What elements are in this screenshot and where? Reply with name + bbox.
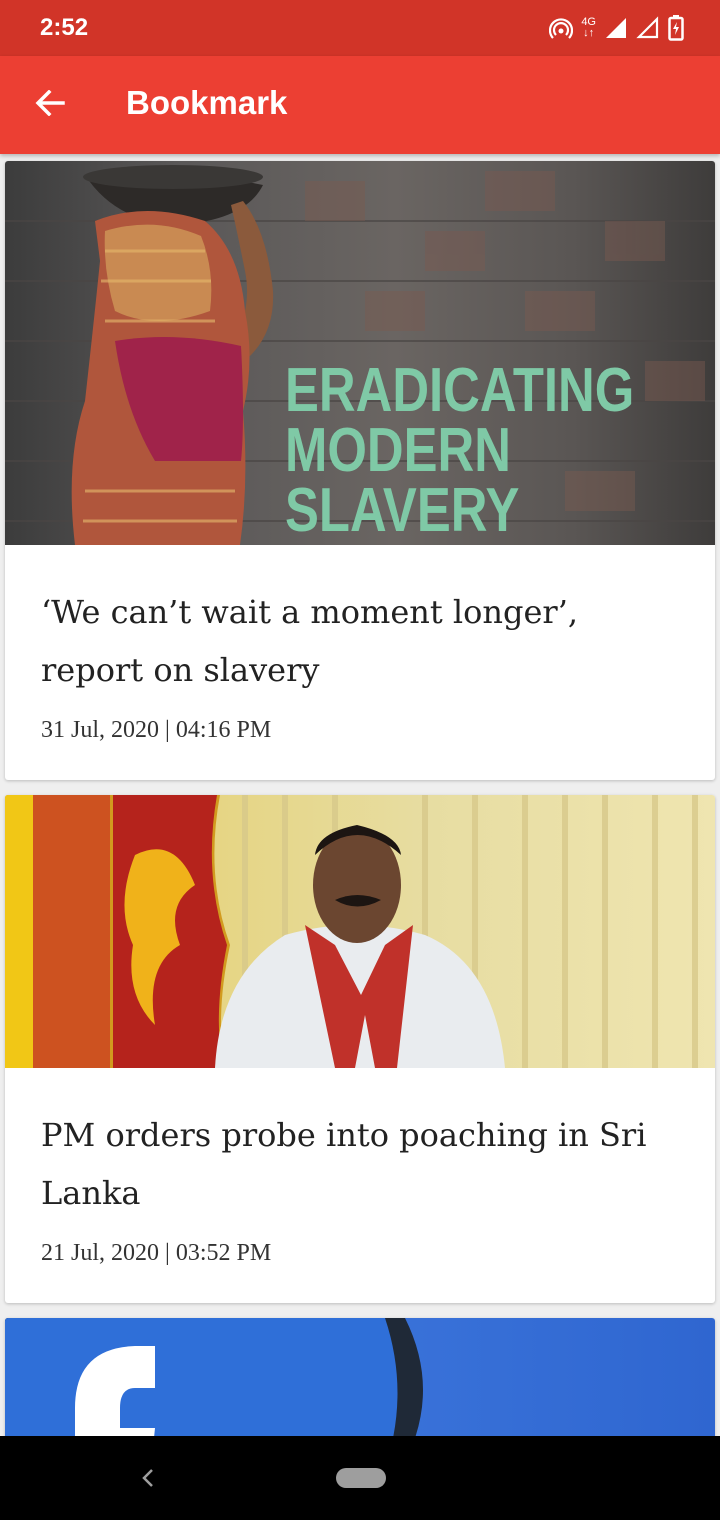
article-card[interactable]: PM orders probe into poaching in Sri Lan… [5, 795, 715, 1303]
nav-back-button[interactable] [136, 1464, 160, 1492]
page-title: Bookmark [126, 84, 288, 121]
status-time: 2:52 [40, 14, 89, 41]
arrow-back-icon [35, 89, 65, 120]
article-image[interactable]: ERADICATING MODERN SLAVERY [5, 161, 715, 545]
article-image[interactable] [5, 795, 715, 1068]
network-type-label: 4G ↓↑ [581, 16, 596, 39]
network-type-text: 4G [581, 16, 596, 28]
app-bar: Bookmark [0, 56, 720, 154]
article-card[interactable]: ERADICATING MODERN SLAVERY ‘We can’t wai… [5, 161, 715, 780]
signal-outline-icon [636, 16, 660, 40]
article-body: PM orders probe into poaching in Sri Lan… [5, 1068, 715, 1267]
signal-icon [604, 16, 628, 40]
article-image[interactable] [5, 1318, 715, 1436]
back-button[interactable] [26, 81, 74, 129]
hotspot-icon [549, 17, 574, 39]
article-card[interactable] [5, 1318, 715, 1436]
overlay-line-2: MODERN [285, 416, 511, 485]
article-date: 31 Jul, 2020 | 04:16 PM [41, 717, 272, 743]
status-bar: 2:52 4G ↓↑ [0, 0, 720, 56]
article-title[interactable]: PM orders probe into poaching in Sri Lan… [41, 1068, 679, 1222]
article-date: 21 Jul, 2020 | 03:52 PM [41, 1240, 272, 1266]
overlay-line-1: ERADICATING [285, 356, 635, 425]
status-icons: 4G ↓↑ [549, 14, 684, 42]
bookmark-list[interactable]: ERADICATING MODERN SLAVERY ‘We can’t wai… [0, 154, 720, 1436]
overlay-line-3: SLAVERY [285, 476, 520, 545]
article-title[interactable]: ‘We can’t wait a moment longer’, report … [41, 545, 679, 699]
nav-back-icon [142, 1469, 153, 1487]
image-overlay-text: ERADICATING MODERN SLAVERY [285, 356, 635, 545]
battery-charging-icon [668, 15, 684, 41]
article-body: ‘We can’t wait a moment longer’, report … [5, 545, 715, 744]
nav-home-button[interactable] [336, 1468, 386, 1488]
